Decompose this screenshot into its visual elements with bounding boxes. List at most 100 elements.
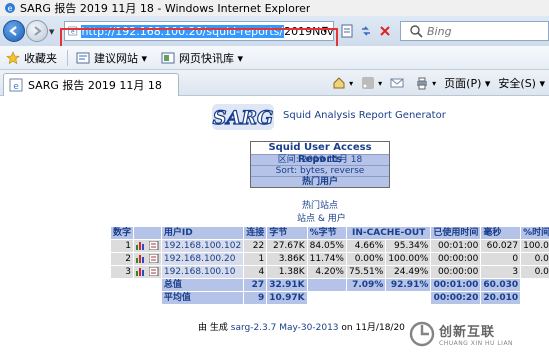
total-out-cache: 92.91% xyxy=(386,279,431,291)
row-pct-time: 100.00% xyxy=(521,240,549,252)
row-pct-time: 0.00% xyxy=(521,253,549,265)
history-dropdown-icon[interactable]: ▼ xyxy=(49,28,54,36)
row-out-cache: 100.00% xyxy=(386,253,431,265)
report-top-users: 热门用户 xyxy=(251,176,389,187)
datetime-icon[interactable] xyxy=(148,253,159,263)
row-conn: 22 xyxy=(244,240,267,252)
row-in-cache: 75.51% xyxy=(346,266,386,278)
table-row: 3 192.168.100.10 4 1.38K 4.20% 75.51% 24… xyxy=(111,266,549,278)
datetime-icon[interactable] xyxy=(148,266,159,276)
favorites-bar: 收藏夹 建议网站 ▾ 网页快讯库 ▾ xyxy=(0,46,549,70)
svg-text:e: e xyxy=(8,4,13,13)
header-conn: 连接 xyxy=(244,227,267,239)
total-bytes: 32.91K xyxy=(267,279,307,291)
watermark: 创新互联 CHUANG XIN HU LIAN xyxy=(409,314,541,354)
bar-chart-icon[interactable] xyxy=(136,241,146,250)
footer-suffix: on 11月/18/20 xyxy=(341,323,405,333)
report-sort: Sort: bytes, reverse xyxy=(251,165,389,176)
row-icons xyxy=(134,253,161,265)
average-label: 平均值 xyxy=(161,292,244,304)
favorites-button[interactable]: 收藏夹 xyxy=(6,50,57,66)
search-input[interactable] xyxy=(427,24,537,38)
safety-menu-label: 安全(S) ▾ xyxy=(498,77,545,90)
search-box[interactable] xyxy=(400,21,549,41)
svg-text:e: e xyxy=(13,82,19,92)
report-title: Squid User Access Reports xyxy=(251,142,389,165)
tab-bar: e SARG 报告 2019 11月 18 ▾ ▾ ▾ 页面(P) ▾ 安全(S… xyxy=(0,70,549,96)
rss-icon xyxy=(362,77,375,89)
row-num: 2 xyxy=(111,253,134,265)
row-icons xyxy=(134,240,161,252)
report-footer: 由 生成 sarg-2.3.7 May-30-2013 on 11月/18/20 xyxy=(198,320,405,333)
web-slice-gallery-button[interactable]: 网页快讯库 ▾ xyxy=(161,50,243,66)
header-icons xyxy=(134,227,161,239)
command-bar: ▾ ▾ ▾ 页面(P) ▾ 安全(S) ▾ xyxy=(324,74,549,92)
bar-chart-icon[interactable] xyxy=(136,254,146,263)
sites-users-link[interactable]: 站点 & 用户 xyxy=(297,211,346,224)
header-in-cache-out: IN-CACHE-OUT xyxy=(346,227,431,239)
stop-button[interactable] xyxy=(377,23,393,39)
header-pct-bytes: %字节 xyxy=(307,227,346,239)
back-button[interactable] xyxy=(3,20,25,42)
row-conn: 4 xyxy=(244,266,267,278)
window-titlebar: e SARG 报告 2019 11月 18 - Windows Internet… xyxy=(0,0,549,16)
users-table: 数字 用户ID 连接 字节 %字节 IN-CACHE-OUT 已使用时间 毫秒 … xyxy=(110,226,549,305)
average-bytes: 10.97K xyxy=(267,292,307,304)
header-ms: 毫秒 xyxy=(481,227,521,239)
header-user: 用户ID xyxy=(161,227,244,239)
user-id-link[interactable]: 192.168.100.10 xyxy=(161,266,244,278)
address-dropdown-icon[interactable]: ▼ xyxy=(322,25,328,34)
total-conn: 27 xyxy=(244,279,267,291)
average-elapsed: 00:00:20 xyxy=(431,292,481,304)
datetime-icon[interactable] xyxy=(148,240,159,250)
mail-icon xyxy=(390,78,404,88)
svg-text:e: e xyxy=(71,29,75,36)
page-icon: e xyxy=(9,78,23,92)
page-menu[interactable]: 页面(P) ▾ xyxy=(444,75,490,91)
forward-arrow-icon xyxy=(34,26,42,36)
header-num: 数字 xyxy=(111,227,134,239)
row-num: 3 xyxy=(111,266,134,278)
back-arrow-icon xyxy=(9,26,17,36)
page-menu-label: 页面(P) ▾ xyxy=(444,77,491,90)
bar-chart-icon[interactable] xyxy=(136,267,146,276)
address-row: ▼ e http://192.168.100.20/squid-reports/… xyxy=(0,16,549,55)
top-sites-link[interactable]: 热门站点 xyxy=(302,198,338,211)
mail-button[interactable] xyxy=(390,76,407,90)
row-ms: 60.027 xyxy=(481,240,521,252)
feeds-button[interactable]: ▾ xyxy=(361,76,382,90)
user-id-link[interactable]: 192.168.100.102 xyxy=(161,240,244,252)
ie-logo-icon: e xyxy=(5,3,15,13)
tab-sarg-report[interactable]: e SARG 报告 2019 11月 18 xyxy=(3,73,179,96)
row-icons xyxy=(134,266,161,278)
row-conn: 1 xyxy=(244,253,267,265)
suggested-sites-button[interactable]: 建议网站 ▾ xyxy=(76,50,147,66)
row-out-cache: 24.49% xyxy=(386,266,431,278)
row-num: 1 xyxy=(111,240,134,252)
forward-button[interactable] xyxy=(26,20,48,42)
page-icon: e xyxy=(68,26,78,36)
average-ms: 20.010 xyxy=(481,292,521,304)
generator-title: Squid Analysis Report Generator xyxy=(283,110,446,121)
row-ms: 0 xyxy=(481,253,521,265)
row-in-cache: 4.66% xyxy=(346,240,386,252)
row-elapsed: 00:01:00 xyxy=(431,240,481,252)
row-elapsed: 00:00:00 xyxy=(431,266,481,278)
address-bar[interactable]: e http://192.168.100.20/squid-reports/ 2… xyxy=(64,21,334,41)
header-pct-time: %时间 xyxy=(521,227,549,239)
favorites-label: 收藏夹 xyxy=(24,51,57,65)
print-button[interactable]: ▾ xyxy=(415,76,436,90)
table-row: 1 192.168.100.102 22 27.67K 84.05% 4.66%… xyxy=(111,240,549,252)
user-id-link[interactable]: 192.168.100.20 xyxy=(161,253,244,265)
compat-view-button[interactable] xyxy=(339,23,355,39)
table-header-row: 数字 用户ID 连接 字节 %字节 IN-CACHE-OUT 已使用时间 毫秒 … xyxy=(111,227,549,239)
watermark-logo-icon xyxy=(409,321,435,347)
home-button[interactable]: ▾ xyxy=(332,76,353,90)
safety-menu[interactable]: 安全(S) ▾ xyxy=(498,75,545,91)
web-slice-gallery-label: 网页快讯库 ▾ xyxy=(179,51,244,65)
sarg-version-link[interactable]: sarg-2.3.7 May-30-2013 xyxy=(231,323,339,333)
report-period: 区间: 2019 11月 18 xyxy=(251,154,389,165)
refresh-button[interactable] xyxy=(358,23,374,39)
watermark-en: CHUANG XIN HU LIAN xyxy=(439,340,514,347)
tab-label: SARG 报告 2019 11月 18 xyxy=(28,79,162,92)
